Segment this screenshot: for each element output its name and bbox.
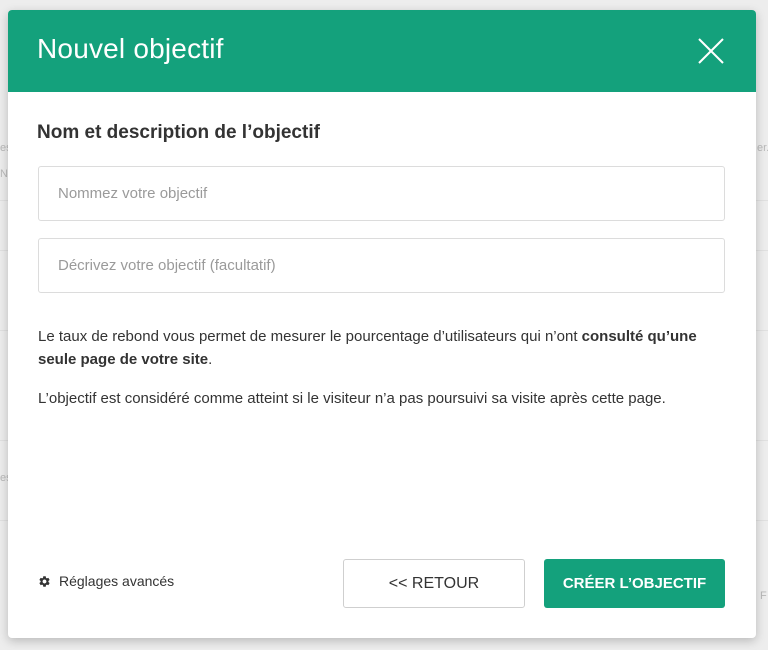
background-text-fragment: er. [757, 142, 768, 154]
new-goal-dialog: Nouvel objectif Nom et description de l’… [8, 10, 756, 638]
dialog-title: Nouvel objectif [37, 33, 224, 64]
close-icon [698, 38, 724, 64]
dialog-header: Nouvel objectif [8, 10, 756, 92]
gear-icon [39, 575, 50, 587]
explanation-period: . [208, 351, 213, 368]
background-text-fragment: F [760, 590, 767, 602]
goal-name-input[interactable] [38, 166, 725, 221]
bounce-rate-explanation: Le taux de rebond vous permet de mesurer… [38, 325, 698, 371]
back-button[interactable]: << RETOUR [343, 559, 525, 608]
create-goal-button[interactable]: CRÉER L’OBJECTIF [544, 559, 725, 608]
background-text-fragment: N [0, 168, 8, 180]
advanced-settings-label: Réglages avancés [59, 573, 175, 589]
section-title: Nom et description de l’objectif [37, 122, 320, 143]
goal-condition-explanation: L’objectif est considéré comme atteint s… [38, 390, 666, 407]
advanced-settings-link[interactable]: Réglages avancés [38, 573, 174, 589]
explanation-text: Le taux de rebond vous permet de mesurer… [38, 328, 582, 345]
close-button[interactable] [696, 36, 726, 66]
goal-description-input[interactable] [38, 238, 725, 293]
